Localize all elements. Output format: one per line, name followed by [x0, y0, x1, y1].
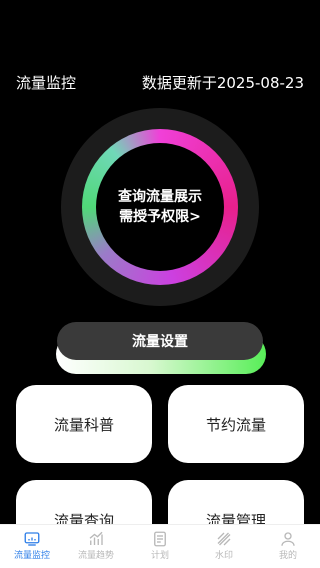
- tab-label: 我的: [278, 551, 297, 561]
- update-timestamp: 数据更新于2025-08-23: [141, 74, 304, 92]
- tab-label: 流量趋势: [77, 551, 114, 561]
- bottom-tab-bar: 流量监控 流量趋势 计划 水印 我的: [0, 524, 320, 568]
- tab-plan[interactable]: 计划: [128, 525, 192, 568]
- bar-chart-icon: [89, 531, 103, 545]
- tab-traffic-trend[interactable]: 流量趋势: [64, 525, 128, 568]
- ring-text-line1: 查询流量展示: [118, 189, 202, 205]
- screen: 流量监控 数据更新于2025-08-23 查询流量展示 需授予权限> 流量设置 …: [0, 0, 320, 568]
- tab-traffic-monitor[interactable]: 流量监控: [0, 525, 64, 568]
- card-label: 流量科普: [53, 415, 114, 434]
- tab-label: 水印: [214, 551, 233, 561]
- card-save-traffic[interactable]: 节约流量: [168, 385, 304, 463]
- page-title: 流量监控: [16, 74, 77, 92]
- grant-permission-button[interactable]: 查询流量展示 需授予权限>: [96, 143, 224, 271]
- card-traffic-science[interactable]: 流量科普: [16, 385, 152, 463]
- traffic-settings-button[interactable]: 流量设置: [57, 322, 263, 360]
- tab-mine[interactable]: 我的: [256, 525, 320, 568]
- document-icon: [154, 531, 166, 547]
- ring-text-line2: 需授予权限>: [119, 209, 201, 225]
- card-label: 节约流量: [205, 415, 266, 434]
- person-icon: [281, 532, 295, 546]
- watermark-icon: [217, 532, 231, 546]
- tab-label: 计划: [150, 551, 169, 561]
- tab-label: 流量监控: [13, 551, 50, 561]
- traffic-ring: 查询流量展示 需授予权限>: [61, 108, 259, 306]
- monitor-icon: [24, 532, 40, 546]
- tab-watermark[interactable]: 水印: [192, 525, 256, 568]
